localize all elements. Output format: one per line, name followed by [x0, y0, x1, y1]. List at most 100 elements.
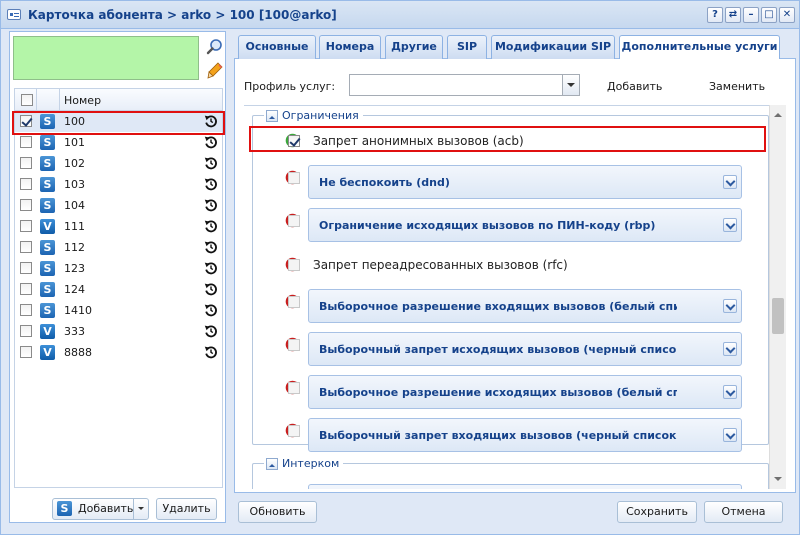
reset-icon[interactable]	[204, 303, 218, 317]
row-checkbox[interactable]	[20, 262, 32, 274]
service-checkbox[interactable]	[288, 296, 300, 308]
table-row[interactable]: V 333	[15, 321, 222, 342]
row-checkbox[interactable]	[20, 115, 32, 127]
service-checkbox[interactable]	[288, 339, 300, 351]
table-row[interactable]: V 111	[15, 216, 222, 237]
reset-icon[interactable]	[204, 219, 218, 233]
scroll-up-arrow-icon[interactable]	[774, 109, 782, 117]
subscriber-list-panel: Номер S 100 S 101 S 102 S 103 S 104 V 111 S 112 S 123 S 1…	[9, 31, 226, 523]
service-panel[interactable]: Выборочный запрет исходящих вызовов (чер…	[308, 332, 742, 366]
save-button[interactable]: Сохранить	[617, 501, 697, 523]
replace-profile-button[interactable]: Заменить	[709, 80, 765, 93]
subscriber-number: 1410	[64, 304, 92, 317]
reset-icon[interactable]	[204, 240, 218, 254]
tab-sip[interactable]: SIP	[447, 35, 487, 59]
tab-additional-services[interactable]: Дополнительные услуги	[619, 35, 780, 60]
table-row[interactable]: S 104	[15, 195, 222, 216]
table-row[interactable]: S 101	[15, 132, 222, 153]
tab-main[interactable]: Основные	[238, 35, 316, 59]
add-profile-button[interactable]: Добавить	[607, 80, 662, 93]
reset-icon[interactable]	[204, 114, 218, 128]
tab-numbers[interactable]: Номера	[319, 35, 381, 59]
service-panel[interactable]: Выборочное разрешение исходящих вызовов …	[308, 375, 742, 409]
sip-icon: S	[40, 156, 55, 171]
table-row[interactable]: S 100	[12, 111, 225, 135]
reset-icon[interactable]	[204, 282, 218, 296]
vertical-scrollbar[interactable]	[769, 105, 786, 489]
row-checkbox[interactable]	[20, 304, 32, 316]
help-button[interactable]: ?	[707, 7, 723, 23]
search-button[interactable]	[204, 36, 224, 56]
title-bar[interactable]: Карточка абонента > arko > 100 [100@arko…	[1, 1, 799, 29]
scroll-down-arrow-icon[interactable]	[774, 477, 782, 485]
table-row[interactable]: S 102	[15, 153, 222, 174]
expand-icon[interactable]	[723, 385, 737, 399]
row-checkbox[interactable]	[20, 325, 32, 337]
service-panel[interactable]: Ограничение исходящих вызовов по ПИН-код…	[308, 208, 742, 242]
edit-filter-button[interactable]	[204, 60, 224, 80]
subscriber-number: 100	[64, 115, 85, 128]
row-checkbox[interactable]	[20, 136, 32, 148]
add-label: Добавить	[78, 502, 134, 515]
service-panel[interactable]: Выборочное разрешение входящих вызовов (…	[308, 289, 742, 323]
reset-icon[interactable]	[204, 135, 218, 149]
row-checkbox[interactable]	[20, 157, 32, 169]
maximize-button[interactable]: □	[761, 7, 777, 23]
sip-icon: S	[57, 501, 72, 516]
tab-sip-modifications[interactable]: Модификации SIP	[491, 35, 615, 59]
service-checkbox[interactable]	[288, 259, 300, 271]
chevron-down-icon[interactable]	[562, 75, 579, 95]
reset-icon[interactable]	[204, 345, 218, 359]
table-row[interactable]: V 8888	[15, 342, 222, 363]
subscriber-number: 123	[64, 262, 85, 275]
refresh-window-button[interactable]: ⇄	[725, 7, 741, 23]
service-title: Выборочное разрешение входящих вызовов (…	[319, 300, 677, 313]
dropdown-arrow-icon[interactable]	[138, 507, 144, 513]
scroll-thumb[interactable]	[772, 298, 784, 334]
expand-icon[interactable]	[723, 175, 737, 189]
service-checkbox[interactable]	[288, 172, 300, 184]
reset-icon[interactable]	[204, 198, 218, 212]
table-row[interactable]: S 103	[15, 174, 222, 195]
service-panel[interactable]: Индивидуальное оповещение (voice_page)	[308, 484, 742, 489]
row-checkbox[interactable]	[20, 220, 32, 232]
collapse-restrictions-button[interactable]	[266, 109, 278, 122]
service-profile-select[interactable]	[349, 74, 580, 96]
service-checkbox[interactable]	[288, 215, 300, 227]
service-panel[interactable]: Выборочный запрет входящих вызовов (черн…	[308, 418, 742, 452]
service-panel[interactable]: Не беспокоить (dnd)	[308, 165, 742, 199]
add-subscriber-button[interactable]: S Добавить	[52, 498, 149, 520]
row-checkbox[interactable]	[20, 283, 32, 295]
delete-subscriber-button[interactable]: Удалить	[156, 498, 217, 520]
close-button[interactable]: ✕	[779, 7, 795, 23]
refresh-button[interactable]: Обновить	[238, 501, 317, 523]
reset-icon[interactable]	[204, 156, 218, 170]
sip-icon: S	[40, 114, 55, 129]
service-checkbox[interactable]	[288, 135, 300, 147]
select-all-checkbox[interactable]	[21, 94, 33, 106]
reset-icon[interactable]	[204, 261, 218, 275]
row-checkbox[interactable]	[20, 241, 32, 253]
expand-icon[interactable]	[723, 342, 737, 356]
table-row[interactable]: S 1410	[15, 300, 222, 321]
service-checkbox[interactable]	[288, 425, 300, 437]
row-checkbox[interactable]	[20, 346, 32, 358]
reset-icon[interactable]	[204, 324, 218, 338]
search-filter-area[interactable]	[13, 36, 199, 80]
table-row[interactable]: S 123	[15, 258, 222, 279]
reset-icon[interactable]	[204, 177, 218, 191]
expand-icon[interactable]	[723, 428, 737, 442]
cancel-button[interactable]: Отмена	[704, 501, 783, 523]
minimize-button[interactable]: –	[743, 7, 759, 23]
expand-icon[interactable]	[723, 299, 737, 313]
row-checkbox[interactable]	[20, 178, 32, 190]
table-row[interactable]: S 124	[15, 279, 222, 300]
expand-icon[interactable]	[723, 218, 737, 232]
subscriber-card-window: Карточка абонента > arko > 100 [100@arko…	[0, 0, 800, 535]
row-checkbox[interactable]	[20, 199, 32, 211]
collapse-intercom-button[interactable]	[266, 457, 278, 470]
tab-other[interactable]: Другие	[385, 35, 443, 59]
services-scroll-area[interactable]: Ограничения Запрет анонимных вызовов (ac…	[244, 105, 781, 489]
service-checkbox[interactable]	[288, 382, 300, 394]
table-row[interactable]: S 112	[15, 237, 222, 258]
